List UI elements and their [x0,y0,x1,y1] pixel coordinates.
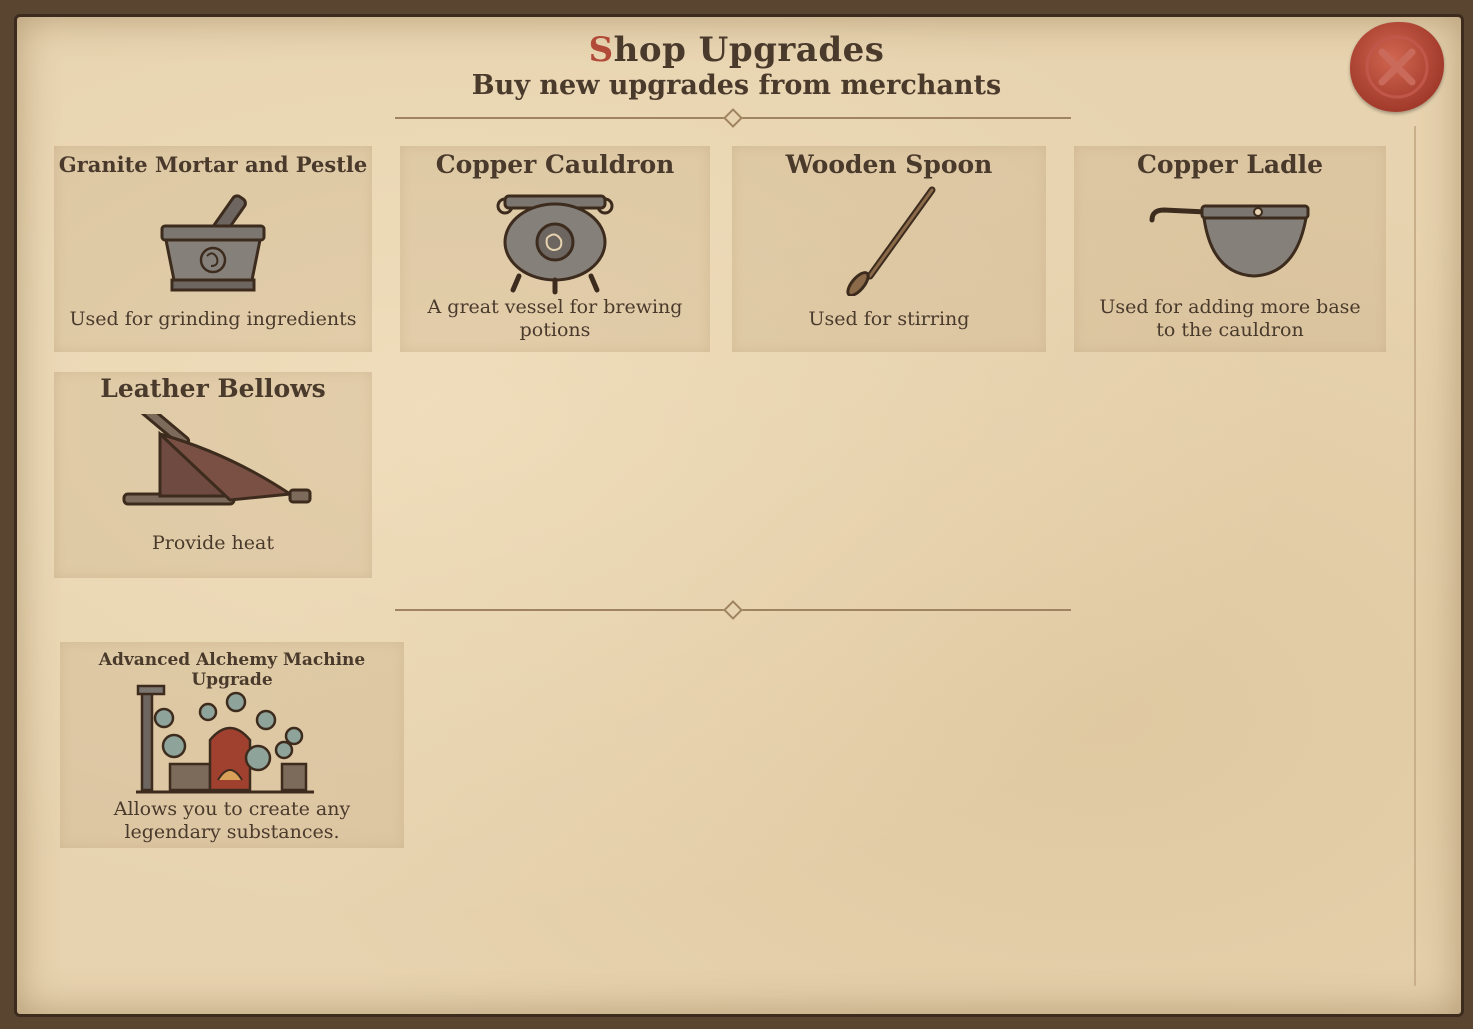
upgrade-description: Used for adding more base to the cauldro… [1099,296,1361,341]
upgrade-card-bellows[interactable]: Leather Bellows Provide heat [54,372,372,578]
upgrade-description: Used for stirring [808,308,970,330]
wooden-spoon-icon [846,186,936,296]
upgrade-card-cauldron[interactable]: Copper Cauldron A great vessel for brewi… [400,146,710,352]
upgrade-name: Granite Mortar and Pestle [58,152,368,177]
ladle-icon [1149,204,1310,278]
page-title: Shop Upgrades [0,30,1473,70]
title-initial: S [588,30,614,70]
scroll-track [1414,126,1416,986]
upgrade-name: Leather Bellows [100,374,326,403]
upgrade-description: Used for grinding ingredients [69,308,357,330]
middle-divider [395,600,1071,620]
close-icon [1365,35,1429,99]
upgrade-card-mortar[interactable]: Granite Mortar and Pestle Used for grind… [54,146,372,352]
upgrade-name: Wooden Spoon [785,150,993,179]
bellows-icon [122,414,312,506]
upgrade-name: Copper Ladle [1137,150,1323,179]
alchemy-machine-icon [136,684,314,794]
upgrade-card-ladle[interactable]: Copper Ladle Used for adding more base t… [1074,146,1386,352]
title-rest: hop Upgrades [613,30,885,70]
upgrade-description: Provide heat [151,532,274,554]
top-divider [395,108,1071,128]
page-subtitle: Buy new upgrades from merchants [471,70,1002,101]
cauldron-icon [496,194,614,295]
machine-upgrade-description: Allows you to create any legendary subst… [113,798,351,843]
upgrade-card-spoon[interactable]: Wooden Spoon Used for stirring [732,146,1046,352]
upgrade-name: Copper Cauldron [435,150,675,179]
close-button[interactable] [1350,22,1444,112]
mortar-pestle-icon [160,194,266,292]
machine-upgrade-card[interactable]: Advanced Alchemy Machine Upgrade Allows … [60,642,404,848]
upgrade-description: A great vessel for brewing potions [427,296,683,341]
